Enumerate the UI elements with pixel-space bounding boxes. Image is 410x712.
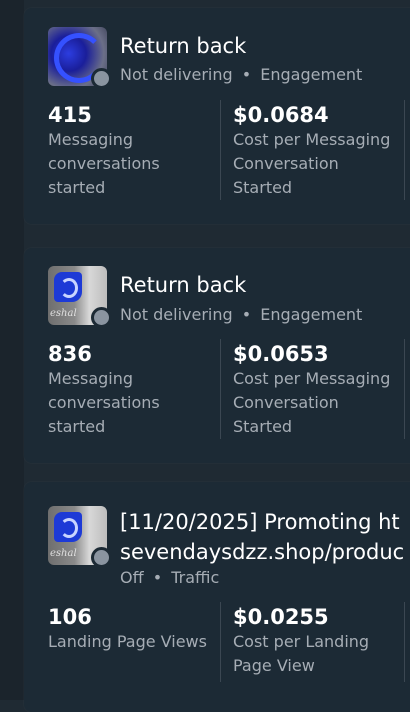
campaign-card[interactable]: Return back Not delivering • Engagement … (24, 8, 410, 224)
campaign-status-line: Off • Traffic (120, 568, 219, 588)
metric-results: 415 Messaging conversations started (48, 102, 160, 200)
metric-divider (220, 602, 221, 682)
metric-value: 415 (48, 103, 92, 127)
separator-dot: • (241, 65, 252, 84)
metric-divider (220, 100, 221, 200)
metric-divider (404, 100, 405, 200)
metric-results: 106 Landing Page Views (48, 604, 207, 654)
campaign-thumbnail: eshal (48, 266, 112, 328)
metric-label: Messaging conversations started (48, 369, 160, 436)
thumbnail-signature: eshal (50, 548, 77, 559)
metric-value: 106 (48, 605, 92, 629)
metric-divider (404, 339, 405, 439)
metric-value: $0.0255 (233, 605, 329, 629)
metric-label: Cost per Messaging Conversation Started (233, 369, 391, 436)
delivery-status: Not delivering (120, 65, 233, 84)
metric-divider (404, 602, 405, 682)
status-dot-icon (91, 68, 112, 89)
campaign-title[interactable]: Return back (120, 272, 246, 298)
metric-value: 836 (48, 342, 92, 366)
campaign-title[interactable]: Return back (120, 33, 246, 59)
campaign-objective: Engagement (260, 65, 363, 84)
metric-results: 836 Messaging conversations started (48, 341, 160, 439)
campaign-card[interactable]: eshal [11/20/2025] Promoting ht sevenday… (24, 482, 410, 712)
campaign-objective: Engagement (260, 305, 363, 324)
campaign-thumbnail: eshal (48, 506, 112, 568)
delivery-status: Off (120, 568, 144, 587)
metric-cost: $0.0684 Cost per Messaging Conversation … (233, 102, 390, 200)
separator-dot: • (241, 305, 252, 324)
metric-value: $0.0684 (233, 103, 329, 127)
metric-label: Messaging conversations started (48, 130, 160, 197)
metric-label: Landing Page Views (48, 632, 207, 651)
delivery-status: Not delivering (120, 305, 233, 324)
metric-label: Cost per Landing Page View (233, 632, 370, 675)
metric-cost: $0.0255 Cost per Landing Page View (233, 604, 369, 678)
status-dot-icon (91, 307, 112, 328)
campaign-title-line2[interactable]: sevendaysdzz.shop/produc (120, 539, 404, 565)
page-edge (0, 0, 24, 700)
metric-value: $0.0653 (233, 342, 329, 366)
campaign-title[interactable]: [11/20/2025] Promoting ht (120, 509, 400, 535)
campaign-thumbnail (48, 27, 112, 89)
status-dot-icon (91, 547, 112, 568)
campaign-status-line: Not delivering • Engagement (120, 305, 362, 325)
thumbnail-signature: eshal (50, 308, 77, 319)
metric-divider (220, 339, 221, 439)
metric-label: Cost per Messaging Conversation Started (233, 130, 391, 197)
campaign-objective: Traffic (171, 568, 220, 587)
campaign-status-line: Not delivering • Engagement (120, 65, 362, 85)
campaign-card[interactable]: eshal Return back Not delivering • Engag… (24, 248, 410, 463)
separator-dot: • (152, 568, 163, 587)
metric-cost: $0.0653 Cost per Messaging Conversation … (233, 341, 390, 439)
